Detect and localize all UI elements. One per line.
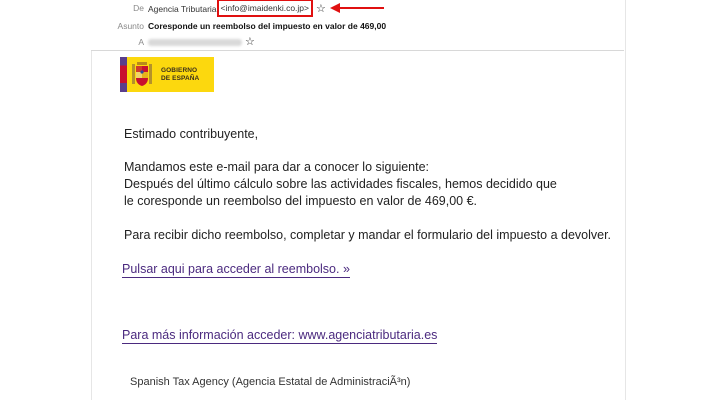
refund-link[interactable]: Pulsar aqui para acceder al reembolso. » — [122, 262, 350, 278]
star-icon[interactable]: ☆ — [245, 36, 255, 48]
paragraph1-line3: le coresponde un reembolso del impuesto … — [124, 194, 478, 208]
gobierno-espana-logo: GOBIERNO DE ESPAÑA — [120, 57, 214, 92]
logo-line1: GOBIERNO — [161, 67, 198, 74]
logo-stripe — [120, 57, 127, 92]
paragraph1-line1: Mandamos este e-mail para dar a conocer … — [124, 160, 430, 174]
from-label: De — [133, 3, 144, 13]
from-value[interactable]: Agencia Tributaria <info@imaidenki.co.jp>… — [148, 0, 326, 18]
logo-line2: DE ESPAÑA — [161, 74, 200, 82]
sender-address-highlight: <info@imaidenki.co.jp> — [216, 0, 313, 17]
paragraph2: Para recibir dicho reembolso, completar … — [124, 228, 612, 242]
subject-label: Asunto — [117, 21, 144, 31]
coat-of-arms-icon — [132, 62, 152, 86]
annotation-arrow — [338, 7, 384, 9]
greeting: Estimado contribuyente, — [124, 127, 259, 141]
logo-text: GOBIERNO DE ESPAÑA — [161, 67, 199, 82]
annotation-arrow-head — [330, 3, 340, 13]
star-icon[interactable]: ☆ — [316, 3, 326, 15]
subject-text: Coresponde un reembolso del impuesto en … — [148, 21, 387, 31]
footer-text: Spanish Tax Agency (Agencia Estatal de A… — [130, 376, 411, 388]
to-label: A — [138, 37, 144, 47]
paragraph1-line2: Después del último cálculo sobre las act… — [124, 177, 557, 191]
info-link[interactable]: Para más información acceder: www.agenci… — [122, 328, 438, 344]
to-value: ☆ — [148, 34, 255, 50]
sender-address: <info@imaidenki.co.jp> — [220, 3, 309, 13]
sender-name: Agencia Tributaria — [148, 4, 217, 14]
redacted-recipient — [148, 39, 242, 47]
